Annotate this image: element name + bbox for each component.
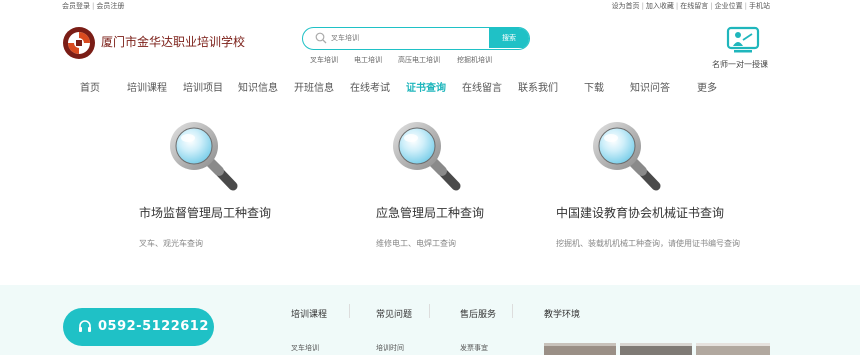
divider: | [744,2,747,10]
nav-item-courses[interactable]: 培训课程 [127,79,167,94]
member-register-link[interactable]: 会员注册 [96,2,124,10]
online-message-link[interactable]: 在线留言 [680,2,708,10]
divider: | [710,2,713,10]
footer-heading-courses[interactable]: 培训课程 [291,307,327,320]
magnifier-icon[interactable] [163,115,241,193]
card-desc-market-supervision: 叉车、观光车查询 [139,239,203,248]
magnifier-icon[interactable] [586,115,664,193]
divider: | [641,2,644,10]
mobile-site-link[interactable]: 手机站 [749,2,770,10]
hot-keyword-link[interactable]: 电工培训 [354,55,382,65]
card-title-market-supervision[interactable]: 市场监督管理局工种查询 [139,204,271,221]
nav-item-knowledge[interactable]: 知识信息 [238,79,278,94]
card-desc-construction-education: 挖掘机、装载机机械工种查询，请使用证书编号查询 [556,239,740,248]
footer-heading-environment[interactable]: 教学环境 [544,307,580,320]
footer-divider [429,304,430,318]
nav-item-home[interactable]: 首页 [80,79,100,94]
card-title-emergency-management[interactable]: 应急管理局工种查询 [376,204,484,221]
nav-item-certificate-query[interactable]: 证书查询 [406,79,446,94]
divider: | [675,2,679,10]
magnifier-icon[interactable] [386,115,464,193]
footer-heading-after-sales[interactable]: 售后服务 [460,307,496,320]
set-homepage-link[interactable]: 设为首页 [612,2,640,10]
footer-link-forklift-training[interactable]: 叉车培训 [291,343,319,353]
footer-divider [349,304,350,318]
nav-item-online-exam[interactable]: 在线考试 [350,79,390,94]
top-utility-bar: 会员登录 | 会员注册 设为首页 | 加入收藏 | 在线留言 | 企业位置 | 手机站 [0,0,860,12]
nav-item-more[interactable]: 更多 [697,79,717,94]
nav-item-download[interactable]: 下载 [584,79,604,94]
footer-heading-faq[interactable]: 常见问题 [376,307,412,320]
school-logo-icon[interactable] [62,26,96,60]
footer-link-training-time[interactable]: 培训时间 [376,343,404,353]
teacher-board-icon[interactable] [724,26,762,54]
footer-link-invoice[interactable]: 发票事宜 [460,343,488,353]
nav-item-online-message[interactable]: 在线留言 [462,79,502,94]
hotline-number: 0592-5122612 [98,319,209,334]
tutor-label[interactable]: 名师一对一授课 [712,59,768,70]
hot-keyword-link[interactable]: 叉车培训 [310,55,338,65]
hot-keyword-link[interactable]: 挖掘机培训 [457,55,492,65]
nav-item-qa[interactable]: 知识问答 [630,79,670,94]
search-button[interactable]: 搜索 [489,28,529,48]
site-links: 设为首页 | 加入收藏 | 在线留言 | 企业位置 | 手机站 [612,1,770,11]
nav-item-projects[interactable]: 培训项目 [183,79,223,94]
search-icon [315,32,327,44]
hot-keyword-link[interactable]: 高压电工培训 [398,55,440,65]
nav-item-classes[interactable]: 开班信息 [294,79,334,94]
company-location-link[interactable]: 企业位置 [715,2,743,10]
hotline-button[interactable]: 0592-5122612 [63,308,214,346]
headset-icon [79,320,91,332]
card-desc-emergency-management: 维修电工、电焊工查询 [376,239,456,248]
nav-item-contact[interactable]: 联系我们 [518,79,558,94]
divider: | [92,2,95,10]
card-title-construction-education[interactable]: 中国建设教育协会机械证书查询 [556,204,724,221]
member-links: 会员登录 | 会员注册 [62,1,124,11]
school-name[interactable]: 厦门市金华达职业培训学校 [101,33,245,50]
environment-photo-strip[interactable] [544,343,770,355]
footer-divider [512,304,513,318]
search-input[interactable] [331,28,486,48]
member-login-link[interactable]: 会员登录 [62,2,90,10]
search-bar: 搜索 [302,27,530,50]
add-favorite-link[interactable]: 加入收藏 [646,2,674,10]
